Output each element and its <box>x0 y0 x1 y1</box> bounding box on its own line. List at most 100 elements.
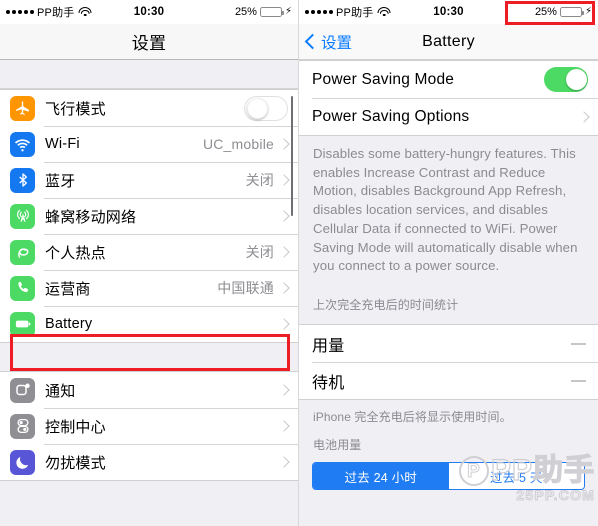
right-phone-screen: PP助手 10:30 25% ⚡ 设置 Battery Power Saving… <box>299 0 598 526</box>
settings-row-label: 控制中心 <box>45 418 106 436</box>
status-bar-left-group: PP助手 <box>305 4 391 20</box>
settings-row-label: 勿扰模式 <box>45 454 106 472</box>
settings-row-控制中心[interactable]: 控制中心 <box>0 408 298 444</box>
settings-row-label: 个人热点 <box>45 244 106 262</box>
battery-settings-content: Power Saving Mode Power Saving Options Di… <box>299 60 598 526</box>
settings-row-wi-fi[interactable]: Wi-Fi UC_mobile <box>0 126 298 162</box>
battery-usage-segment-wrap: 过去 24 小时 过去 5 天 <box>299 462 598 498</box>
usage-row: 用量 — <box>299 325 598 363</box>
chevron-right-icon <box>278 282 290 294</box>
settings-row-勿扰模式[interactable]: 勿扰模式 <box>0 444 298 480</box>
chevron-right-icon <box>278 210 290 222</box>
battery-icon <box>559 7 584 17</box>
carrier-name: PP助手 <box>336 7 374 19</box>
usage-section-header: 上次完全充电后的时间统计 <box>299 285 598 325</box>
toggle-knob <box>246 98 268 119</box>
wifi-icon <box>377 7 391 17</box>
settings-row-个人热点[interactable]: 个人热点 关闭 <box>0 234 298 270</box>
settings-row-label: 通知 <box>45 382 76 400</box>
segment-option-1[interactable]: 过去 5 天 <box>448 463 584 490</box>
settings-row-蜂窝移动网络[interactable]: 蜂窝移动网络 <box>0 198 298 234</box>
battery-icon <box>259 7 284 17</box>
settings-row-label: 运营商 <box>45 280 91 298</box>
right-status-bar: PP助手 10:30 25% ⚡ <box>299 0 598 24</box>
usage-row-label: 用量 <box>312 337 345 355</box>
toggle-switch[interactable] <box>544 67 588 92</box>
battery-percentage: 25% <box>234 6 257 18</box>
toggle-knob <box>565 68 587 90</box>
page-title: 设置 <box>131 34 167 53</box>
settings-group: 飞行模式 Wi-Fi UC_mobile 蓝牙 关闭 蜂窝移动网络 个人热点 关闭 运营商 中国联… <box>0 89 298 343</box>
charging-bolt-icon: ⚡ <box>584 6 592 17</box>
settings-row-battery[interactable]: Battery <box>0 306 298 342</box>
power-saving-description: Disables some battery-hungry features. T… <box>299 136 598 286</box>
status-bar-right-group: 25% ⚡ <box>535 6 592 18</box>
chevron-right-icon <box>278 318 290 330</box>
chevron-right-icon <box>278 138 290 150</box>
back-button-label: 设置 <box>321 34 353 52</box>
cellular-tower-icon <box>10 203 35 229</box>
group-separator <box>0 343 298 371</box>
battery-percentage: 25% <box>534 6 557 18</box>
settings-list[interactable]: 飞行模式 Wi-Fi UC_mobile 蓝牙 关闭 蜂窝移动网络 个人热点 关闭 运营商 中国联… <box>0 60 298 526</box>
phone-icon <box>10 275 35 301</box>
status-bar-right-group: 25% ⚡ <box>235 6 292 18</box>
settings-row-飞行模式[interactable]: 飞行模式 <box>0 90 298 126</box>
chevron-right-icon <box>278 420 290 432</box>
left-nav-bar: 设置 <box>0 24 298 60</box>
carrier-name: PP助手 <box>37 7 75 19</box>
airplane-icon <box>10 95 35 121</box>
scroll-indicator[interactable] <box>290 96 293 216</box>
notification-icon <box>10 377 35 403</box>
left-phone-screen: PP助手 10:30 25% ⚡ 设置 飞行模式 Wi-Fi UC_mobile 蓝牙… <box>0 0 299 526</box>
bottom-strip <box>299 497 598 512</box>
hotspot-icon <box>10 239 35 265</box>
wifi-icon <box>78 7 92 17</box>
settings-row-value: 关闭 <box>245 244 274 260</box>
signal-strength-dots <box>305 10 333 14</box>
settings-row-运营商[interactable]: 运营商 中国联通 <box>0 270 298 306</box>
settings-row-通知[interactable]: 通知 <box>0 372 298 408</box>
settings-row-label: 蓝牙 <box>45 172 76 190</box>
status-bar-left-group: PP助手 <box>6 4 92 20</box>
settings-row-label: 蜂窝移动网络 <box>45 208 137 226</box>
toggle-switch[interactable] <box>244 95 288 121</box>
settings-row-value: 关闭 <box>245 172 274 188</box>
back-button[interactable]: 设置 <box>299 31 352 53</box>
left-status-bar: PP助手 10:30 25% ⚡ <box>0 0 298 24</box>
chevron-right-icon <box>278 456 290 468</box>
usage-row-value: — <box>571 372 586 390</box>
settings-row-label: 飞行模式 <box>45 100 106 118</box>
battery-row-label: Power Saving Options <box>312 107 470 125</box>
settings-row-value: 中国联通 <box>217 280 274 296</box>
settings-row-value: UC_mobile <box>202 136 274 152</box>
list-top-gap <box>0 60 298 89</box>
usage-row: 待机 — <box>299 362 598 400</box>
time-range-segmented-control[interactable]: 过去 24 小时 过去 5 天 <box>312 462 585 491</box>
settings-row-label: Battery <box>45 316 93 332</box>
settings-group: 通知控制中心勿扰模式 <box>0 371 298 481</box>
settings-row-蓝牙[interactable]: 蓝牙 关闭 <box>0 162 298 198</box>
chevron-right-icon <box>278 174 290 186</box>
usage-footnote: iPhone 完全充电后将显示使用时间。 <box>299 400 598 436</box>
usage-group: 用量 — 待机 — <box>299 324 598 401</box>
battery-row-power-saving-mode[interactable]: Power Saving Mode <box>299 61 598 98</box>
chevron-right-icon <box>278 246 290 258</box>
right-nav-bar: 设置 Battery <box>299 24 598 60</box>
chevron-right-icon <box>278 384 290 396</box>
wifi-icon <box>10 131 35 157</box>
battery-row-power-saving-options[interactable]: Power Saving Options <box>299 98 598 135</box>
control-center-icon <box>10 413 35 439</box>
usage-row-label: 待机 <box>312 374 345 392</box>
power-saving-group: Power Saving Mode Power Saving Options <box>299 60 598 136</box>
moon-icon <box>10 449 35 475</box>
dual-screenshot-container: PP助手 10:30 25% ⚡ 设置 飞行模式 Wi-Fi UC_mobile 蓝牙… <box>0 0 598 526</box>
battery-icon <box>10 311 35 337</box>
battery-row-label: Power Saving Mode <box>312 70 455 88</box>
charging-bolt-icon: ⚡ <box>284 6 292 17</box>
chevron-right-icon <box>578 110 590 123</box>
usage-row-value: — <box>571 335 586 353</box>
bluetooth-icon <box>10 167 35 193</box>
signal-strength-dots <box>6 10 34 14</box>
segment-option-0[interactable]: 过去 24 小时 <box>313 463 449 490</box>
